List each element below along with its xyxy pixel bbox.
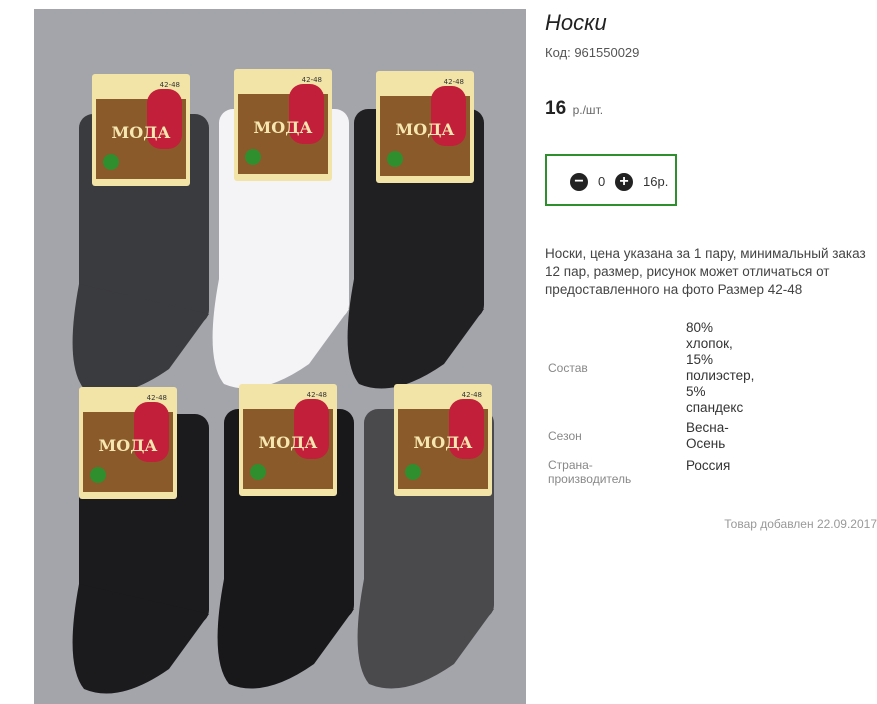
socks-illustration: МОДА42-48МОДА42-48МОДА42-48МОДА42-48МОДА… <box>72 69 494 694</box>
added-date: Товар добавлен 22.09.2017 <box>724 517 877 531</box>
quantity-control: − 0 + 16р. <box>545 154 677 206</box>
property-value: Весна- Осень <box>686 420 875 452</box>
property-row-composition: Состав 80% хлопок, 15% полиэстер, 5% спа… <box>545 320 875 416</box>
property-row-country: Страна- производитель Россия <box>545 458 875 486</box>
product-price: 16 р./шт. <box>545 98 603 120</box>
quantity-value[interactable]: 0 <box>598 174 605 189</box>
sock-5: МОДА 42-48 <box>217 384 354 689</box>
label-size-text: 42-48 <box>462 391 482 399</box>
product-properties: Состав 80% хлопок, 15% полиэстер, 5% спа… <box>545 320 875 490</box>
product-title: Носки <box>545 10 607 35</box>
label-badge <box>405 464 421 480</box>
label-size-text: 42-48 <box>302 76 322 84</box>
property-label: Сезон <box>548 429 582 443</box>
property-label: Состав <box>548 361 588 375</box>
property-value-line: 5% <box>686 384 706 399</box>
label-brand-text: МОДА <box>396 120 455 139</box>
property-value-line: 15% <box>686 352 714 367</box>
sock-2: МОДА 42-48 <box>212 69 349 389</box>
property-value-line: полиэстер, <box>686 368 755 383</box>
property-value: Россия <box>686 458 731 473</box>
property-value: 80% хлопок, 15% полиэстер, 5% спандекс <box>686 320 875 416</box>
label-badge <box>103 154 119 170</box>
minus-icon[interactable]: − <box>570 173 588 191</box>
sock-4: МОДА 42-48 <box>72 387 209 694</box>
label-badge <box>245 149 261 165</box>
property-label-line: Страна- <box>548 458 593 472</box>
property-value-line: спандекс <box>686 400 744 415</box>
label-size-text: 42-48 <box>160 81 180 89</box>
label-badge <box>90 467 106 483</box>
label-size-text: 42-48 <box>147 394 167 402</box>
label-brand-text: МОДА <box>99 436 158 455</box>
label-brand-text: МОДА <box>259 433 318 452</box>
label-brand-text: МОДА <box>254 118 313 137</box>
label-brand-text: МОДА <box>414 433 473 452</box>
sock-6: МОДА 42-48 <box>357 384 494 689</box>
property-value-line: Весна- <box>686 420 729 435</box>
property-value-line: хлопок, <box>686 336 733 351</box>
property-value-line: 80% <box>686 320 714 335</box>
property-label: Страна- производитель <box>545 458 686 486</box>
product-code: Код: 961550029 <box>545 45 640 60</box>
property-row-season: Сезон Весна- Осень <box>545 420 875 452</box>
sock-3: МОДА 42-48 <box>347 71 484 389</box>
label-badge <box>387 151 403 167</box>
sock-1: МОДА 42-48 <box>72 74 209 394</box>
label-size-text: 42-48 <box>307 391 327 399</box>
price-value: 16 <box>545 98 567 119</box>
plus-icon[interactable]: + <box>615 173 633 191</box>
price-unit: р./шт. <box>572 103 604 117</box>
label-brand-text: МОДА <box>112 123 171 142</box>
product-description: Носки, цена указана за 1 пару, минимальн… <box>545 246 866 297</box>
quantity-sum: 16р. <box>643 174 669 189</box>
label-badge <box>250 464 266 480</box>
label-size-text: 42-48 <box>444 78 464 86</box>
product-photo[interactable]: МОДА 42-48 МОДА 42-48 МОДА 42-48 МОДА 42-48 МОДА… <box>34 9 526 704</box>
property-value-line: Осень <box>686 436 726 451</box>
property-label-line: производитель <box>548 472 632 486</box>
